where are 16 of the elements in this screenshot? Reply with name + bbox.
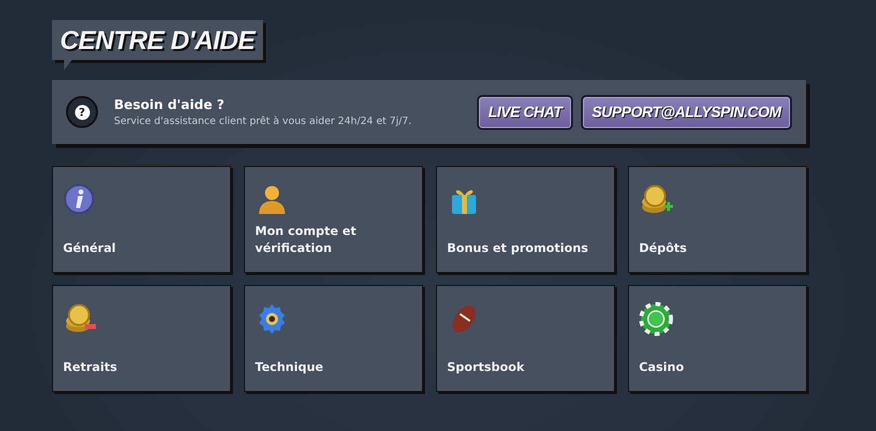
category-card[interactable]: Sportsbook — [436, 285, 615, 392]
live-chat-button[interactable]: LIVE CHAT — [477, 94, 573, 130]
page-title: CENTRE D'AIDE — [52, 20, 263, 60]
banner-heading: Besoin d'aide ? — [114, 98, 226, 112]
help-icon: ? — [66, 96, 98, 128]
category-card[interactable]: Casino — [628, 285, 807, 392]
chip-icon — [639, 302, 673, 336]
info-icon — [63, 183, 97, 217]
category-card[interactable]: Général — [52, 166, 231, 273]
category-card[interactable]: Mon compte et vérification — [244, 166, 423, 273]
email-button[interactable]: SUPPORT@ALLYSPIN.COM — [580, 94, 792, 130]
category-card[interactable]: Retraits — [52, 285, 231, 392]
category-card[interactable]: Dépôts — [628, 166, 807, 273]
category-card[interactable]: Bonus et promotions — [436, 166, 615, 273]
category-card[interactable]: Technique — [244, 285, 423, 392]
banner-description: Service d'assistance client prêt à vous aider 24h/24 et 7j/7. — [114, 116, 413, 126]
